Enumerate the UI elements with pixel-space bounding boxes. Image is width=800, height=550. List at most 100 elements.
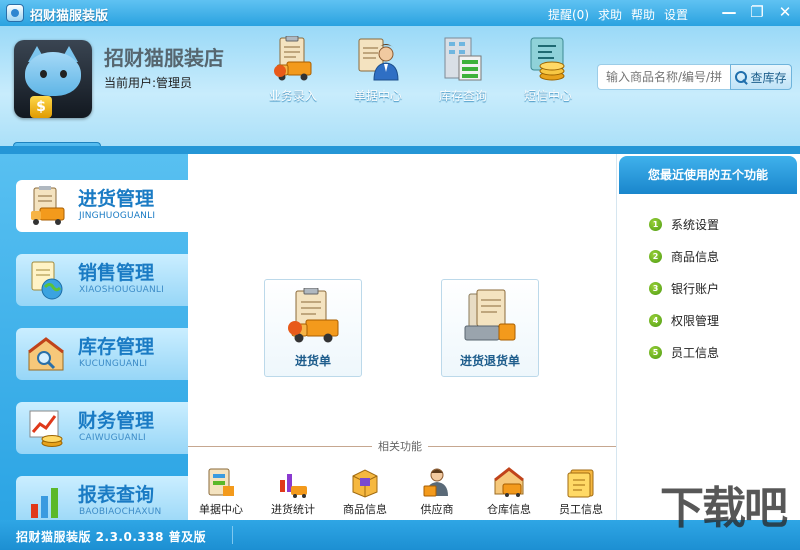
purchase-order-card[interactable]: 进货单 bbox=[264, 279, 362, 377]
status-divider bbox=[232, 526, 233, 544]
nav-title: 财务管理 bbox=[78, 410, 155, 432]
recent-item-label: 商品信息 bbox=[671, 250, 720, 264]
document-center-icon bbox=[205, 466, 237, 498]
document-globe-icon bbox=[26, 260, 66, 300]
purchase-return-card[interactable]: 进货退货单 bbox=[441, 279, 539, 377]
nav-subtitle: XIAOSHOUGUANLI bbox=[79, 285, 164, 295]
purchase-return-icon bbox=[461, 288, 519, 344]
recent-item-system-settings[interactable]: 1 系统设置 bbox=[649, 216, 719, 233]
recent-item-employee-info[interactable]: 5 员工信息 bbox=[649, 344, 719, 361]
menu-reminder[interactable]: 提醒(0) bbox=[548, 6, 589, 23]
related-purchase-stats[interactable]: 进货统计 bbox=[260, 466, 326, 517]
nav-title: 销售管理 bbox=[78, 262, 155, 284]
purchase-order-icon bbox=[284, 287, 342, 344]
window-title: 招财猫服装版 bbox=[30, 9, 109, 24]
cat-eye-icon bbox=[40, 70, 47, 78]
truck-clipboard-icon bbox=[26, 186, 66, 226]
tab-strip bbox=[0, 146, 800, 154]
person-clipboard-icon bbox=[356, 36, 400, 82]
nav-sales-management[interactable]: 销售管理 XIAOSHOUGUANLI bbox=[16, 254, 188, 306]
related-label: 进货统计 bbox=[271, 503, 315, 516]
left-nav: 进货管理 JINGHUOGUANLI 销售管理 XIAOSHOUGUANLI 库… bbox=[0, 154, 188, 520]
chart-coins-icon bbox=[26, 408, 66, 448]
cat-eye-icon bbox=[60, 70, 67, 78]
card-label: 进货单 bbox=[294, 354, 331, 368]
recent-item-label: 系统设置 bbox=[671, 218, 720, 232]
version-text: 招财猫服装版 2.3.0.338 普及版 bbox=[16, 530, 207, 544]
supplier-icon bbox=[421, 466, 453, 498]
recent-item-label: 员工信息 bbox=[671, 346, 720, 360]
top-menu: 提醒(0) 求助 帮助 设置 bbox=[548, 6, 688, 23]
related-label: 仓库信息 bbox=[487, 503, 531, 516]
toolbar-sms-center[interactable]: 短信中心 bbox=[511, 36, 585, 108]
warehouse-info-icon bbox=[493, 466, 525, 498]
nav-purchase-management[interactable]: 进货管理 JINGHUOGUANLI bbox=[16, 180, 188, 232]
number-badge-icon: 3 bbox=[649, 282, 662, 295]
inventory-building-icon bbox=[441, 36, 485, 82]
toolbar-document-center[interactable]: 单据中心 bbox=[341, 36, 415, 108]
title-bar: 招财猫服装版 提醒(0) 求助 帮助 设置 — ❐ ✕ bbox=[0, 0, 800, 26]
number-badge-icon: 1 bbox=[649, 218, 662, 231]
related-employee-info[interactable]: 员工信息 bbox=[548, 466, 614, 517]
sms-coins-icon bbox=[526, 36, 570, 82]
nav-subtitle: JINGHUOGUANLI bbox=[79, 211, 156, 221]
dollar-coin-icon: $ bbox=[30, 96, 52, 118]
app-icon bbox=[6, 4, 24, 22]
maximize-button[interactable]: ❐ bbox=[744, 1, 770, 23]
header: $ 招财猫服装店 当前用户:管理员 业务录入 单据中心 库存查询 短信中心 输入… bbox=[0, 26, 800, 176]
menu-settings[interactable]: 设置 bbox=[664, 6, 688, 23]
current-user: 当前用户:管理员 bbox=[104, 76, 193, 90]
related-label: 单据中心 bbox=[199, 503, 243, 516]
main-panel: 进货单 进货退货单 相关功能 单据中心 进货统计 商品信息 供应商 仓库信息 员… bbox=[188, 154, 616, 520]
nav-inventory-management[interactable]: 库存管理 KUCUNGUANLI bbox=[16, 328, 188, 380]
nav-report-query[interactable]: 报表查询 BAOBIAOCHAXUN bbox=[16, 476, 188, 520]
toolbar-label: 单据中心 bbox=[353, 89, 402, 103]
product-search-input[interactable] bbox=[597, 64, 731, 90]
recent-functions-panel: 您最近使用的五个功能 1 系统设置 2 商品信息 3 银行账户 4 权限管理 5… bbox=[616, 154, 800, 520]
close-button[interactable]: ✕ bbox=[772, 1, 798, 23]
recent-item-label: 银行账户 bbox=[671, 282, 720, 296]
truck-clipboard-icon bbox=[271, 35, 315, 82]
search-icon bbox=[735, 70, 748, 84]
recent-item-product-info[interactable]: 2 商品信息 bbox=[649, 248, 719, 265]
toolbar-label: 库存查询 bbox=[438, 89, 487, 103]
cat-logo: $ bbox=[14, 40, 92, 118]
nav-subtitle: KUCUNGUANLI bbox=[79, 359, 148, 369]
bar-report-icon bbox=[26, 482, 66, 520]
nav-title: 库存管理 bbox=[78, 336, 155, 358]
recent-item-permission-management[interactable]: 4 权限管理 bbox=[649, 312, 719, 329]
store-name: 招财猫服装店 bbox=[104, 46, 224, 70]
related-functions-title: 相关功能 bbox=[372, 438, 428, 454]
related-label: 供应商 bbox=[420, 503, 454, 516]
search-button-label: 查库存 bbox=[750, 70, 787, 85]
search-inventory-button[interactable]: 查库存 bbox=[730, 64, 792, 90]
cat-head-icon bbox=[25, 52, 81, 96]
related-warehouse-info[interactable]: 仓库信息 bbox=[476, 466, 542, 517]
toolbar-business-entry[interactable]: 业务录入 bbox=[256, 35, 330, 108]
number-badge-icon: 5 bbox=[649, 346, 662, 359]
warehouse-search-icon bbox=[26, 334, 66, 374]
product-info-icon bbox=[349, 466, 381, 498]
purchase-stats-icon bbox=[277, 466, 309, 498]
menu-help[interactable]: 帮助 bbox=[631, 6, 655, 23]
nav-subtitle: BAOBIAOCHAXUN bbox=[79, 507, 162, 517]
related-product-info[interactable]: 商品信息 bbox=[332, 466, 398, 517]
watermark-logo: 下载吧 bbox=[660, 483, 788, 534]
nav-title: 报表查询 bbox=[78, 484, 155, 506]
number-badge-icon: 2 bbox=[649, 250, 662, 263]
nav-title: 进货管理 bbox=[78, 188, 155, 210]
nav-finance-management[interactable]: 财务管理 CAIWUGUANLI bbox=[16, 402, 188, 454]
related-label: 商品信息 bbox=[343, 503, 387, 516]
menu-help-request[interactable]: 求助 bbox=[598, 6, 622, 23]
related-supplier[interactable]: 供应商 bbox=[404, 466, 470, 517]
recent-item-bank-account[interactable]: 3 银行账户 bbox=[649, 280, 719, 297]
minimize-button[interactable]: — bbox=[716, 1, 742, 23]
nav-subtitle: CAIWUGUANLI bbox=[79, 433, 146, 443]
employee-info-icon bbox=[565, 466, 597, 498]
related-document-center[interactable]: 单据中心 bbox=[188, 466, 254, 517]
recent-item-label: 权限管理 bbox=[671, 314, 720, 328]
card-label: 进货退货单 bbox=[459, 354, 520, 368]
recent-functions-title: 您最近使用的五个功能 bbox=[619, 156, 797, 194]
number-badge-icon: 4 bbox=[649, 314, 662, 327]
toolbar-inventory-query[interactable]: 库存查询 bbox=[426, 36, 500, 108]
